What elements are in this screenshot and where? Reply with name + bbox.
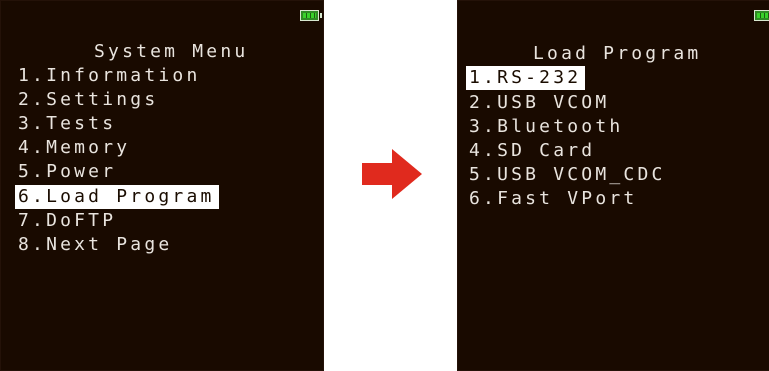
menu-item-usb-vcom-cdc[interactable]: 5.USB VCOM_CDC xyxy=(469,163,666,187)
load-program-screen: Load Program 1.RS-232 2.USB VCOM 3.Bluet… xyxy=(457,0,769,371)
menu-item-memory[interactable]: 4.Memory xyxy=(18,136,130,160)
screenshot-stage: System Menu 1.Information 2.Settings 3.T… xyxy=(0,0,769,371)
system-menu-screen: System Menu 1.Information 2.Settings 3.T… xyxy=(0,0,324,371)
menu-item-settings[interactable]: 2.Settings xyxy=(18,88,158,112)
menu-item-rs-232[interactable]: 1.RS-232 xyxy=(466,66,586,90)
menu-item-doftp[interactable]: 7.DoFTP xyxy=(18,209,116,233)
menu-item-usb-vcom[interactable]: 2.USB VCOM xyxy=(469,91,609,115)
screen-title: Load Program xyxy=(533,43,702,64)
arrow-right-icon xyxy=(362,149,422,199)
menu-item-sd-card[interactable]: 4.SD Card xyxy=(469,139,595,163)
menu-item-bluetooth[interactable]: 3.Bluetooth xyxy=(469,115,623,139)
menu-item-tests[interactable]: 3.Tests xyxy=(18,112,116,136)
menu-item-information[interactable]: 1.Information xyxy=(18,64,200,88)
battery-full-icon xyxy=(754,10,769,21)
battery-full-icon xyxy=(300,10,322,21)
menu-item-fast-vport[interactable]: 6.Fast VPort xyxy=(469,187,637,211)
menu-item-power[interactable]: 5.Power xyxy=(18,160,116,184)
menu-item-next-page[interactable]: 8.Next Page xyxy=(18,233,172,257)
menu-item-load-program[interactable]: 6.Load Program xyxy=(15,185,219,209)
screen-title: System Menu xyxy=(94,41,249,62)
